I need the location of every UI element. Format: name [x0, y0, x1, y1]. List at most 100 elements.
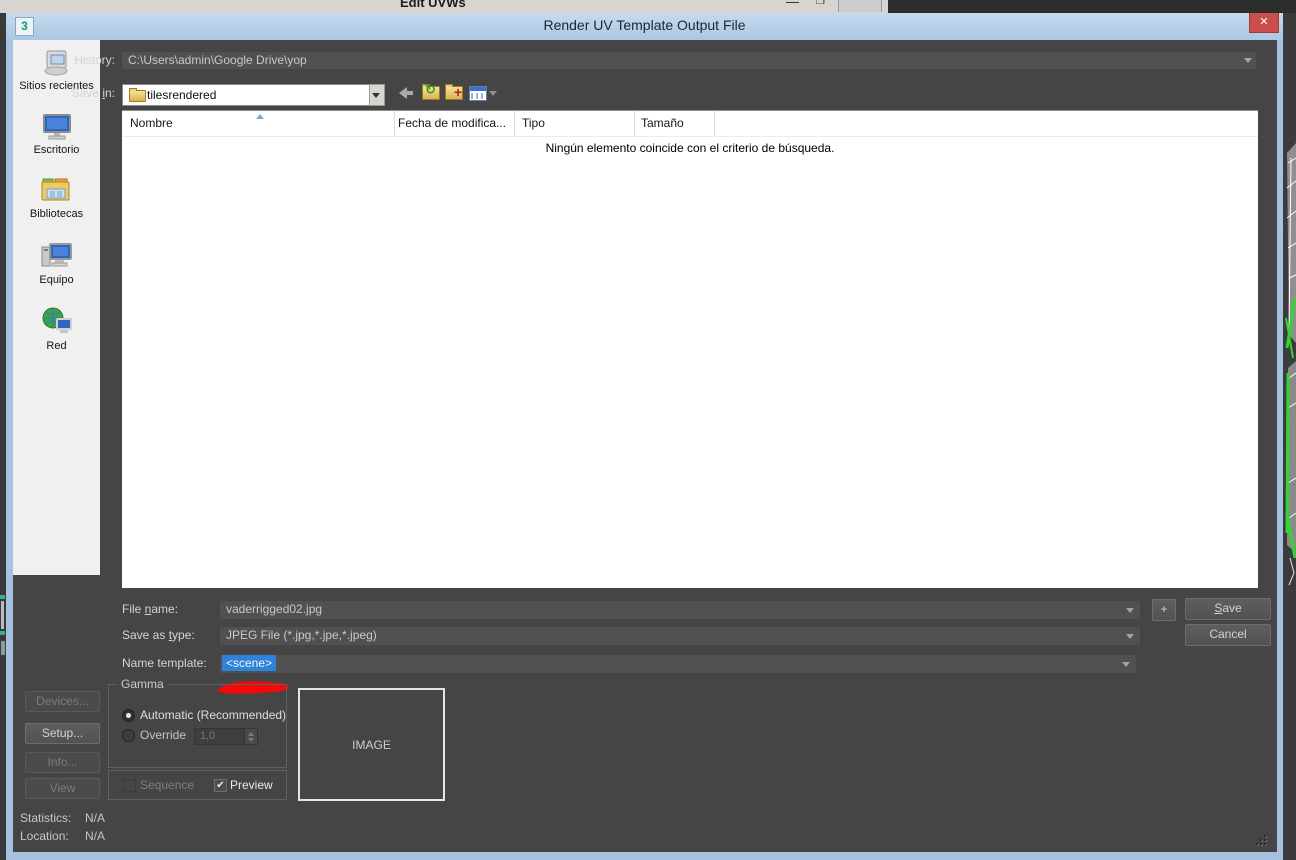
save-in-combobox[interactable]: tilesrendered [122, 84, 370, 106]
column-header-type[interactable]: Tipo [522, 116, 545, 130]
back-button-icon[interactable] [399, 86, 415, 101]
sidebar-item-computer[interactable]: Equipo [39, 240, 73, 286]
file-name-value: vaderrigged02.jpg [226, 602, 322, 616]
render-uv-template-dialog: 3 Render UV Template Output File ✕ Histo… [6, 13, 1283, 860]
save-button[interactable]: Save [1185, 598, 1271, 620]
chevron-down-icon [372, 93, 380, 98]
gamma-group-title: Gamma [117, 677, 168, 691]
save-as-type-label: Save as type: [122, 628, 195, 642]
background-left-bar [1, 601, 4, 629]
chevron-down-icon[interactable] [1126, 634, 1134, 639]
column-header-name[interactable]: Nombre [130, 116, 173, 130]
minimize-icon[interactable]: — [786, 0, 799, 9]
info-button[interactable]: Info... [25, 752, 100, 773]
dialog-content: History: C:\Users\admin\Google Drive\yop… [13, 40, 1277, 852]
dialog-title: Render UV Template Output File [6, 17, 1283, 33]
history-label: History: [53, 53, 115, 67]
view-grid-icon [469, 86, 487, 101]
refresh-icon: ↻ [425, 82, 436, 98]
spinner-down-icon[interactable] [248, 738, 254, 742]
gamma-automatic-radio[interactable] [122, 709, 135, 722]
gamma-override-value: 1,0 [200, 730, 215, 742]
sidebar-item-label: Equipo [39, 274, 73, 286]
chevron-down-icon[interactable] [1126, 608, 1134, 613]
image-preview-box: IMAGE [298, 688, 445, 801]
sequence-checkbox[interactable] [123, 779, 136, 792]
chevron-down-icon [489, 91, 497, 96]
column-header-date-modified[interactable]: Fecha de modifica... [398, 116, 506, 130]
background-window-title: Edit UVWs [400, 0, 466, 10]
history-dropdown[interactable]: C:\Users\admin\Google Drive\yop [122, 52, 1256, 69]
resize-grip[interactable] [1256, 835, 1268, 847]
sidebar-item-libraries[interactable]: Bibliotecas [30, 176, 83, 220]
save-as-type-dropdown[interactable]: JPEG File (*.jpg,*.jpe,*.jpeg) [220, 627, 1140, 645]
background-uv-editor-sliver [1283, 13, 1296, 860]
libraries-icon [39, 176, 73, 206]
view-button[interactable]: View [25, 778, 100, 799]
image-preview-label: IMAGE [352, 738, 391, 752]
new-folder-button[interactable]: + [445, 86, 463, 100]
chevron-down-icon[interactable] [1122, 662, 1130, 667]
background-left-glyph [1, 641, 5, 655]
name-template-label: Name template: [122, 656, 207, 670]
plus-icon: + [454, 84, 462, 100]
network-icon [40, 306, 74, 338]
up-folder-button[interactable]: ↻ [422, 86, 440, 100]
save-in-dropdown-button[interactable] [369, 84, 385, 106]
statistics-value: N/A [85, 811, 105, 825]
gamma-override-label[interactable]: Override [140, 728, 186, 742]
background-window-titlebar: Edit UVWs — ❐ [0, 0, 888, 13]
sequence-preview-group: Sequence ✔ Preview [108, 770, 287, 800]
gamma-override-spinner[interactable]: 1,0 [194, 728, 258, 745]
save-as-type-value: JPEG File (*.jpg,*.jpe,*.jpeg) [226, 628, 377, 642]
statistics-label: Statistics: [20, 811, 71, 825]
empty-list-message: Ningún elemento coincide con el criterio… [122, 141, 1258, 155]
sidebar-item-network[interactable]: Red [40, 306, 74, 352]
file-name-input[interactable]: vaderrigged02.jpg [220, 601, 1140, 619]
close-button[interactable]: ✕ [1249, 13, 1279, 33]
devices-button[interactable]: Devices... [25, 691, 100, 712]
chevron-down-icon[interactable] [1244, 58, 1252, 63]
spinner-up-icon[interactable] [248, 732, 254, 736]
uv-wireframe [1283, 13, 1296, 860]
computer-icon [39, 240, 73, 272]
dialog-titlebar[interactable]: 3 Render UV Template Output File ✕ [6, 13, 1283, 40]
screen: Edit UVWs — ❐ [0, 0, 1296, 860]
file-list[interactable]: Nombre Fecha de modifica... Tipo Tamaño … [122, 110, 1258, 588]
preview-checkbox[interactable]: ✔ [214, 779, 227, 792]
gamma-automatic-label[interactable]: Automatic (Recommended) [140, 708, 286, 722]
background-left-teal-dot [0, 595, 5, 599]
sidebar-item-desktop[interactable]: Escritorio [34, 112, 80, 156]
column-separator[interactable] [514, 111, 515, 136]
desktop-icon [40, 112, 74, 142]
save-in-label: Save in: [53, 86, 115, 100]
sort-ascending-icon [256, 114, 264, 119]
location-value: N/A [85, 829, 105, 843]
cancel-button[interactable]: Cancel [1185, 624, 1271, 646]
preview-label[interactable]: Preview [230, 778, 273, 792]
file-list-header: Nombre Fecha de modifica... Tipo Tamaño [122, 111, 1258, 137]
sequence-label[interactable]: Sequence [140, 778, 194, 792]
name-template-value-selected: <scene> [222, 655, 276, 671]
column-header-size[interactable]: Tamaño [641, 116, 684, 130]
gamma-override-radio[interactable] [122, 729, 135, 742]
background-window-button[interactable] [838, 0, 882, 12]
background-window-dark-area [888, 0, 1296, 13]
save-in-value: tilesrendered [147, 85, 216, 105]
sidebar-item-label: Escritorio [34, 144, 80, 156]
sidebar-item-label: Bibliotecas [30, 208, 83, 220]
location-label: Location: [20, 829, 69, 843]
add-template-button[interactable]: + [1152, 599, 1176, 621]
sidebar-item-label: Red [46, 340, 66, 352]
background-left-teal-dot2 [0, 631, 5, 635]
column-separator[interactable] [394, 111, 395, 136]
name-template-dropdown[interactable]: <scene> [220, 655, 1136, 673]
column-separator[interactable] [634, 111, 635, 136]
gamma-group: Gamma Automatic (Recommended) Override 1… [108, 684, 287, 768]
spinner-buttons[interactable] [244, 729, 257, 744]
places-sidebar: Sitios recientes Escritorio [13, 40, 100, 575]
column-separator[interactable] [714, 111, 715, 136]
folder-icon [129, 90, 146, 102]
setup-button[interactable]: Setup... [25, 723, 100, 744]
maximize-icon[interactable]: ❐ [816, 0, 825, 7]
